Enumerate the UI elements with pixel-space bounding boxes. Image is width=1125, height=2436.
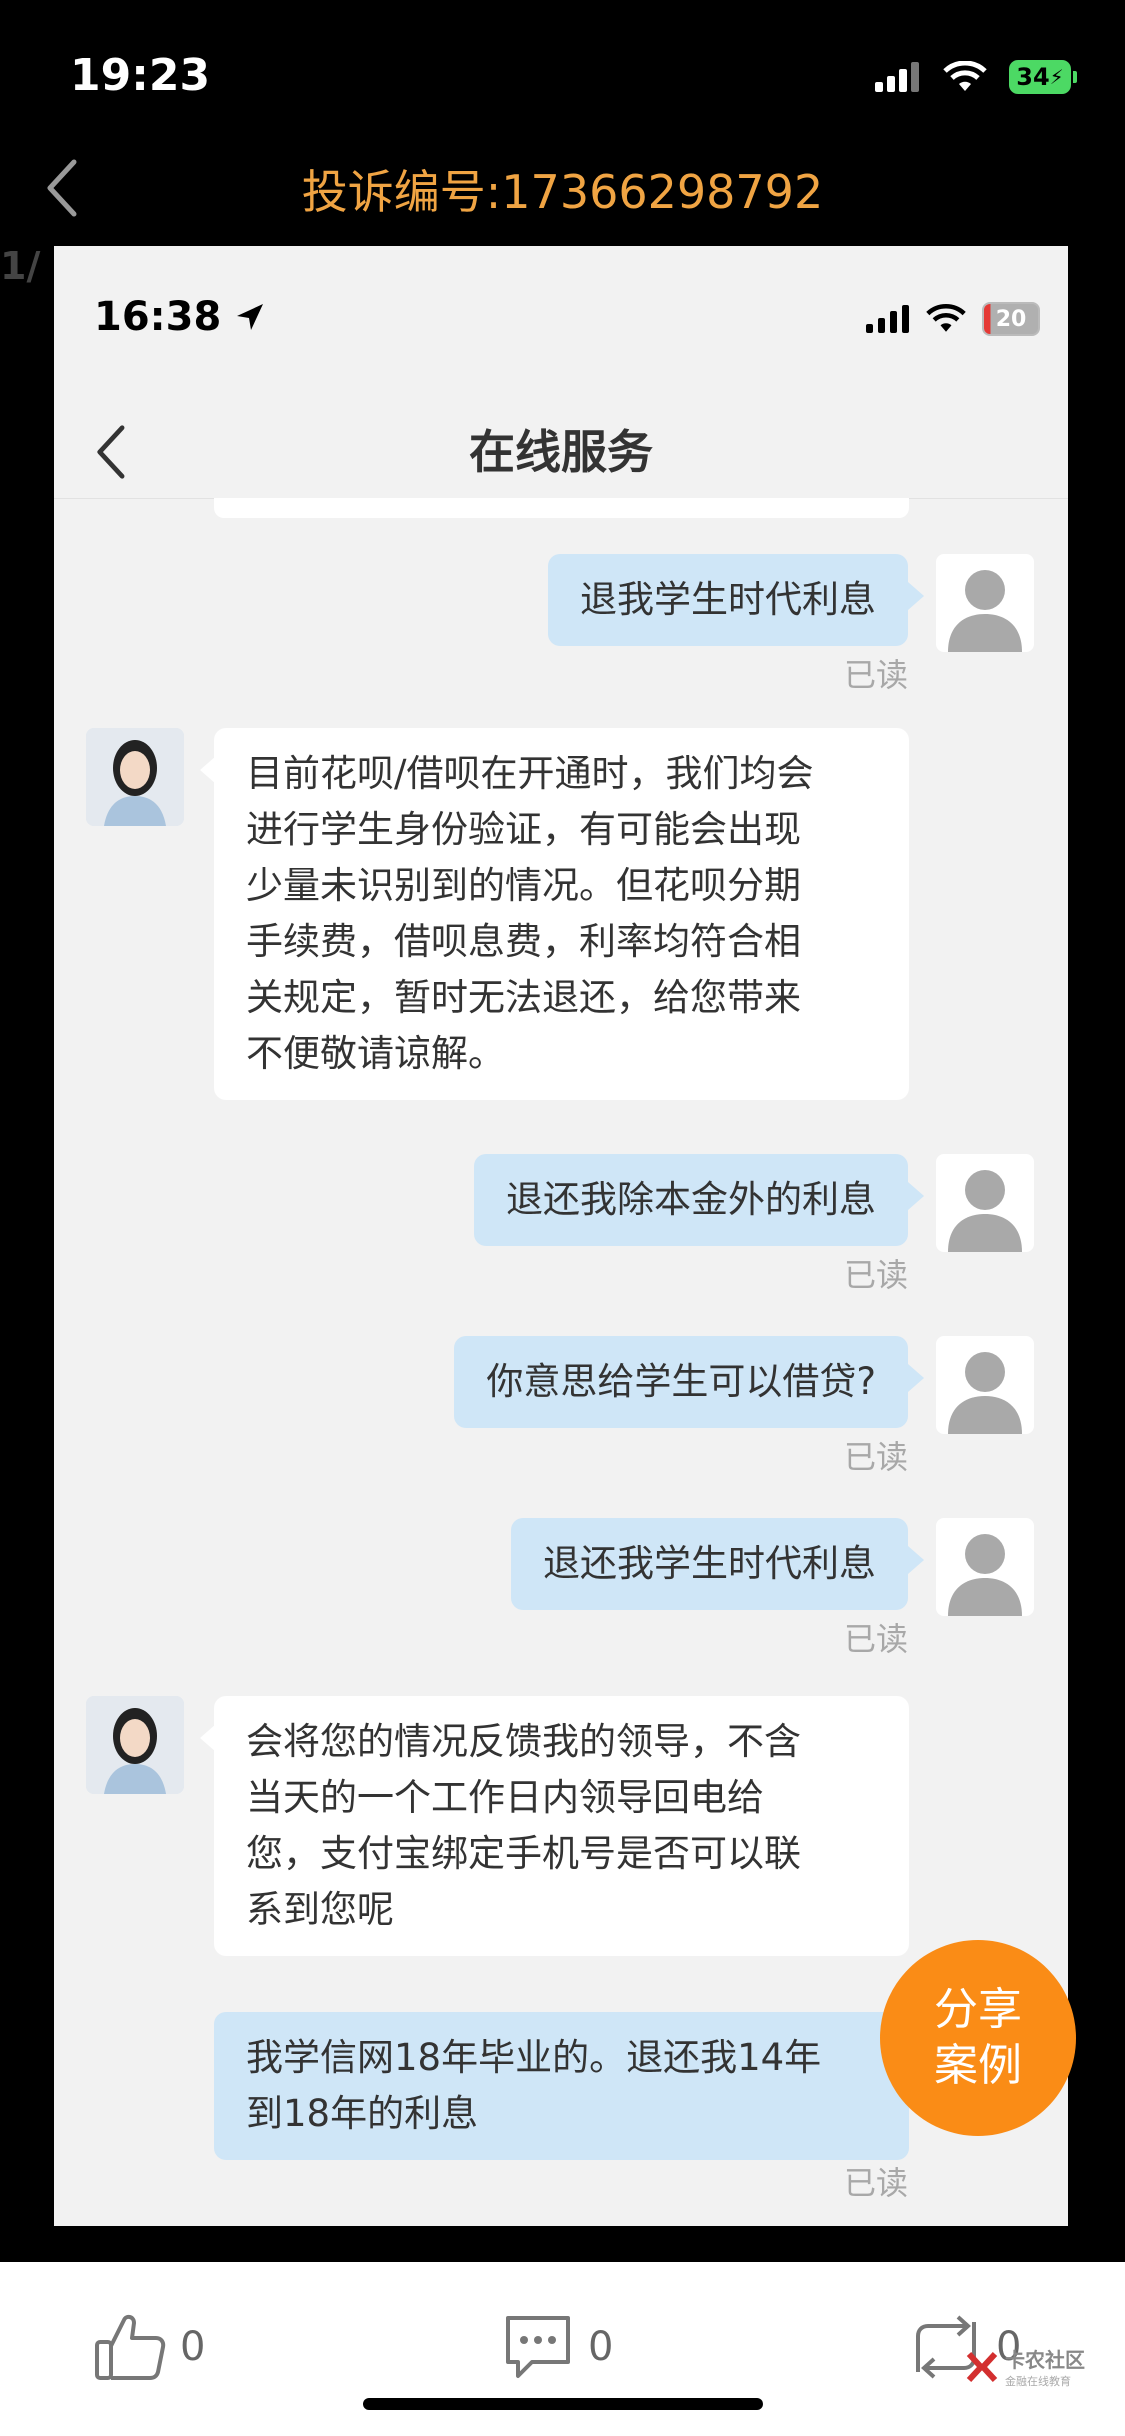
message-line: 关规定，暂时无法退还，给您带来 bbox=[246, 976, 801, 1019]
agent-portrait-icon bbox=[86, 728, 184, 826]
user-avatar bbox=[936, 1336, 1034, 1434]
like-button[interactable]: 0 bbox=[94, 2312, 205, 2382]
inner-status-icons: 20 bbox=[866, 302, 1040, 336]
wifi-icon bbox=[943, 61, 987, 91]
default-user-icon bbox=[948, 1534, 1022, 1616]
watermark-sub: 金融在线教育 bbox=[1005, 2375, 1071, 2388]
user-message-bubble: 退还我学生时代利息 bbox=[511, 1518, 908, 1610]
default-user-icon bbox=[948, 1352, 1022, 1434]
bubble-tail bbox=[908, 1182, 924, 1210]
read-status: 已读 bbox=[843, 2164, 908, 2202]
message-line: 会将您的情况反馈我的领导，不含 bbox=[246, 1720, 801, 1763]
message-line: 系到您呢 bbox=[246, 1888, 394, 1931]
user-message-bubble: 退还我除本金外的利息 bbox=[474, 1154, 908, 1246]
message-line: 当天的一个工作日内领导回电给 bbox=[246, 1776, 764, 1819]
battery-level: 34 bbox=[1016, 63, 1050, 91]
embedded-screenshot: 16:38 20 在线服务 退我学生时代利息 已读 目前花呗/借呗在开通时，我们… bbox=[54, 246, 1068, 2226]
inner-page-title: 在线服务 bbox=[469, 425, 653, 479]
message-text: 退还我学生时代利息 bbox=[543, 1542, 876, 1585]
user-avatar bbox=[936, 1518, 1034, 1616]
user-avatar bbox=[936, 554, 1034, 652]
comment-icon bbox=[506, 2316, 570, 2378]
agent-message-bubble: 目前花呗/借呗在开通时，我们均会 进行学生身份验证，有可能会出现 少量未识别到的… bbox=[214, 728, 909, 1100]
battery-icon: 34 ⚡ bbox=[1009, 60, 1077, 94]
thumbs-up-icon bbox=[95, 2314, 166, 2380]
user-message-bubble: 退我学生时代利息 bbox=[548, 554, 908, 646]
inner-battery-icon: 20 bbox=[982, 302, 1040, 336]
message-line: 不便敬请谅解。 bbox=[246, 1032, 505, 1075]
inner-wifi-icon bbox=[926, 304, 966, 332]
user-avatar bbox=[936, 1154, 1034, 1252]
status-time: 19:23 bbox=[70, 50, 211, 101]
agent-avatar bbox=[86, 728, 184, 826]
inner-battery-level: 20 bbox=[995, 306, 1027, 332]
comment-count: 0 bbox=[588, 2324, 614, 2370]
location-arrow-icon bbox=[237, 304, 264, 330]
cellular-signal-icon bbox=[875, 62, 919, 92]
default-user-icon bbox=[948, 570, 1022, 652]
message-line: 进行学生身份验证，有可能会出现 bbox=[246, 808, 801, 851]
read-status: 已读 bbox=[843, 1438, 908, 1476]
status-icons: 34 ⚡ bbox=[875, 60, 1077, 94]
message-line: 目前花呗/借呗在开通时，我们均会 bbox=[246, 752, 814, 795]
message-line: 您，支付宝绑定手机号是否可以联 bbox=[246, 1832, 801, 1875]
message-text: 退我学生时代利息 bbox=[580, 578, 876, 621]
watermark: 卡农社区 金融在线教育 bbox=[965, 2344, 1085, 2389]
previous-message-bubble bbox=[214, 498, 909, 518]
complaint-number-title: 投诉编号:17366298792 bbox=[301, 165, 824, 219]
comment-button[interactable]: 0 bbox=[502, 2312, 613, 2382]
agent-portrait-icon bbox=[86, 1696, 184, 1794]
inner-cellular-icon bbox=[866, 305, 909, 333]
message-line: 少量未识别到的情况。但花呗分期 bbox=[246, 864, 801, 907]
inner-status-bar: 16:38 20 bbox=[54, 246, 1068, 386]
read-status: 已读 bbox=[843, 1256, 908, 1294]
agent-avatar bbox=[86, 1696, 184, 1794]
read-status: 已读 bbox=[843, 656, 908, 694]
read-status: 已读 bbox=[843, 1620, 908, 1658]
kanong-logo-icon bbox=[966, 2351, 998, 2382]
bubble-tail bbox=[908, 1546, 924, 1574]
user-message-bubble: 我学信网18年毕业的。退还我14年 到18年的利息 bbox=[214, 2012, 909, 2160]
bubble-tail bbox=[908, 1364, 924, 1392]
watermark-name: 卡农社区 bbox=[1005, 2348, 1085, 2372]
bubble-tail bbox=[908, 582, 924, 610]
share-case-button[interactable]: 分享 案例 bbox=[880, 1940, 1076, 2136]
home-indicator[interactable] bbox=[363, 2398, 763, 2410]
like-count: 0 bbox=[180, 2324, 206, 2370]
inner-nav-bar: 在线服务 bbox=[54, 386, 1068, 499]
message-text: 退还我除本金外的利息 bbox=[506, 1178, 876, 1221]
page-indicator: 1/ bbox=[0, 244, 41, 288]
user-message-bubble: 你意思给学生可以借贷? bbox=[454, 1336, 908, 1428]
share-line-1: 分享 bbox=[934, 1984, 1022, 2035]
agent-message-bubble: 会将您的情况反馈我的领导，不含 当天的一个工作日内领导回电给 您，支付宝绑定手机… bbox=[214, 1696, 909, 1956]
message-line: 我学信网18年毕业的。退还我14年 bbox=[246, 2036, 822, 2079]
inner-status-time: 16:38 bbox=[94, 294, 265, 340]
default-user-icon bbox=[948, 1170, 1022, 1252]
message-text: 你意思给学生可以借贷? bbox=[486, 1360, 876, 1403]
message-line: 手续费，借呗息费，利率均符合相 bbox=[246, 920, 801, 963]
message-line: 到18年的利息 bbox=[246, 2092, 479, 2135]
share-line-2: 案例 bbox=[934, 2040, 1022, 2091]
